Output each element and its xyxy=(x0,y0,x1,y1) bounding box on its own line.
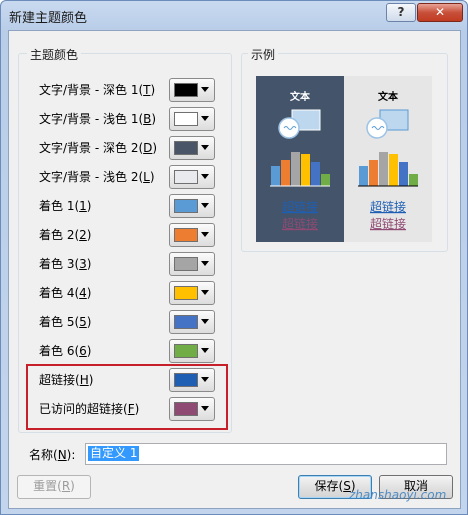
color-picker-button-3[interactable] xyxy=(169,165,215,189)
color-swatch xyxy=(174,286,198,300)
sample-bar xyxy=(321,174,330,186)
name-input[interactable]: 自定义 1 xyxy=(85,443,447,465)
color-picker-button-9[interactable] xyxy=(169,339,215,363)
color-swatch xyxy=(174,141,198,155)
color-swatch xyxy=(174,315,198,329)
theme-color-label-0: 文字/背景 - 深色 1(T) xyxy=(39,83,156,97)
theme-color-label-8: 着色 5(5) xyxy=(39,315,92,329)
color-swatch xyxy=(174,344,198,358)
sample-bar xyxy=(389,154,398,186)
theme-color-label-5: 着色 2(2) xyxy=(39,228,92,242)
sample-bar xyxy=(291,152,300,186)
sample-bar xyxy=(271,166,280,186)
color-picker-button-6[interactable] xyxy=(169,252,215,276)
dialog-window: 新建主题颜色 ? ✕ 主题颜色 文字/背景 - 深色 1(T) 文字/背景 - 浅… xyxy=(0,0,468,515)
sample-bar xyxy=(359,166,368,186)
dropdown-arrow-icon xyxy=(201,203,209,208)
color-picker-button-7[interactable] xyxy=(169,281,215,305)
color-swatch xyxy=(174,170,198,184)
help-icon: ? xyxy=(397,5,405,19)
color-picker-button-0[interactable] xyxy=(169,78,215,102)
theme-color-label-1: 文字/背景 - 浅色 1(B) xyxy=(39,112,157,126)
sample-bar xyxy=(369,160,378,186)
dropdown-arrow-icon xyxy=(201,87,209,92)
name-input-value: 自定义 1 xyxy=(88,446,140,461)
help-button[interactable]: ? xyxy=(386,3,416,22)
dropdown-arrow-icon xyxy=(201,290,209,295)
dropdown-arrow-icon xyxy=(201,319,209,324)
sample-hyperlink-dark: 超链接 xyxy=(282,199,318,214)
close-icon: ✕ xyxy=(434,5,446,19)
color-picker-button-5[interactable] xyxy=(169,223,215,247)
theme-color-label-2: 文字/背景 - 深色 2(D) xyxy=(39,141,158,155)
color-swatch xyxy=(174,199,198,213)
color-picker-button-8[interactable] xyxy=(169,310,215,334)
sample-bar xyxy=(399,162,408,186)
sample-bar xyxy=(409,174,418,186)
dialog-client-area: 主题颜色 文字/背景 - 深色 1(T) 文字/背景 - 浅色 1(B) 文字/背景… xyxy=(8,30,461,509)
color-swatch xyxy=(174,83,198,97)
dropdown-arrow-icon xyxy=(201,261,209,266)
sample-text-dark: 文本 xyxy=(290,90,311,103)
sample-bar xyxy=(379,152,388,186)
theme-colors-group-label: 主题颜色 xyxy=(27,46,82,63)
dropdown-arrow-icon xyxy=(201,232,209,237)
sample-bar xyxy=(301,154,310,186)
color-picker-button-1[interactable] xyxy=(169,107,215,131)
theme-color-label-9: 着色 6(6) xyxy=(39,344,92,358)
sample-visited-dark: 超链接 xyxy=(282,216,318,231)
hyperlink-highlight-box xyxy=(26,364,228,430)
sample-text-light: 文本 xyxy=(378,90,399,103)
dropdown-arrow-icon xyxy=(201,116,209,121)
window-title: 新建主题颜色 xyxy=(9,11,88,26)
theme-color-label-4: 着色 1(1) xyxy=(39,199,92,213)
color-picker-button-4[interactable] xyxy=(169,194,215,218)
watermark: zhanshaoyi.com xyxy=(349,488,447,502)
name-label: 名称(N): xyxy=(29,448,76,462)
color-swatch xyxy=(174,228,198,242)
sample-bar xyxy=(311,162,320,186)
reset-button[interactable]: 重置(R) xyxy=(17,475,91,499)
color-picker-button-2[interactable] xyxy=(169,136,215,160)
sample-group-label: 示例 xyxy=(248,46,279,63)
close-button[interactable]: ✕ xyxy=(417,3,463,22)
color-swatch xyxy=(174,257,198,271)
theme-color-label-6: 着色 3(3) xyxy=(39,257,92,271)
sample-bar xyxy=(281,160,290,186)
sample-preview: 文本 文本 超链接 超链接 超链接 超链接 xyxy=(256,76,432,242)
theme-color-label-7: 着色 4(4) xyxy=(39,286,92,300)
color-swatch xyxy=(174,112,198,126)
dropdown-arrow-icon xyxy=(201,174,209,179)
sample-visited-light: 超链接 xyxy=(370,216,406,231)
sample-hyperlink-light: 超链接 xyxy=(370,199,406,214)
dropdown-arrow-icon xyxy=(201,145,209,150)
title-bar[interactable]: 新建主题颜色 ? ✕ xyxy=(1,1,467,29)
theme-color-label-3: 文字/背景 - 浅色 2(L) xyxy=(39,170,155,184)
dropdown-arrow-icon xyxy=(201,348,209,353)
